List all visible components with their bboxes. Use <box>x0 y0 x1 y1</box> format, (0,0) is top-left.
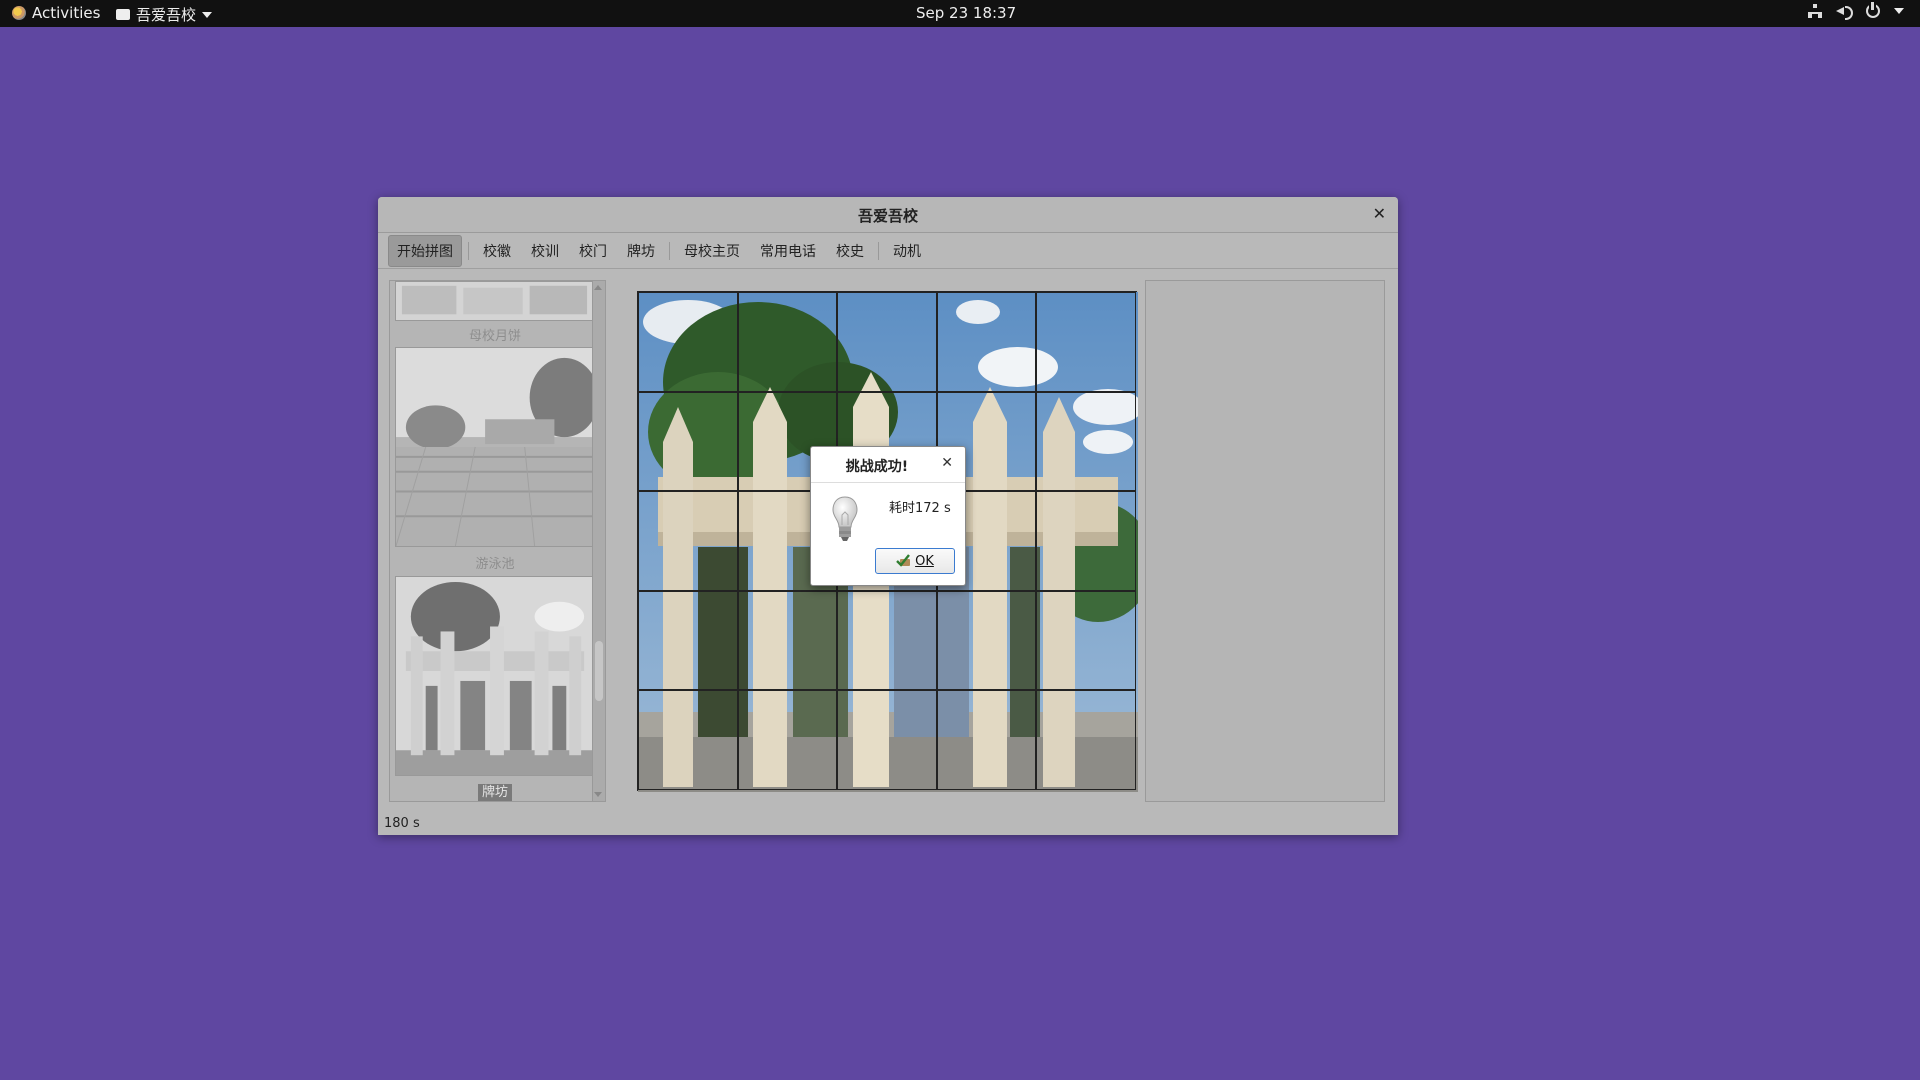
lightbulb-icon <box>832 496 858 541</box>
puzzle-tile[interactable] <box>837 690 937 790</box>
ok-button[interactable]: OK <box>875 548 955 574</box>
puzzle-tile[interactable] <box>837 590 937 691</box>
puzzle-tile[interactable] <box>638 292 738 392</box>
phone-numbers-button[interactable]: 常用电话 <box>752 236 824 266</box>
puzzle-tile[interactable] <box>638 690 738 790</box>
close-icon[interactable]: ✕ <box>941 455 953 471</box>
chevron-down-icon <box>202 11 213 18</box>
title-bar: 吾爱吾校 ✕ <box>378 197 1398 233</box>
thumbnail-archway[interactable] <box>395 576 595 776</box>
start-puzzle-button[interactable]: 开始拼图 <box>388 234 462 267</box>
school-badge-button[interactable]: 校徽 <box>475 236 519 266</box>
school-history-button[interactable]: 校史 <box>828 236 872 266</box>
puzzle-tile[interactable] <box>936 292 1037 392</box>
chevron-down-icon <box>1894 8 1904 14</box>
thumbnail-label: 母校月饼 <box>468 329 521 344</box>
toolbar-separator <box>669 241 670 260</box>
toolbar-separator <box>878 241 879 260</box>
puzzle-tile[interactable] <box>737 590 838 691</box>
ok-button-label: OK <box>915 553 934 569</box>
puzzle-tile[interactable] <box>1036 590 1136 691</box>
puzzle-tile[interactable] <box>837 292 937 392</box>
activities-button[interactable]: Activities <box>12 4 100 22</box>
puzzle-tile[interactable] <box>936 690 1037 790</box>
power-icon <box>1866 2 1880 18</box>
toolbar-separator <box>468 241 469 260</box>
clock[interactable]: Sep 23 18:37 <box>916 4 1016 22</box>
close-icon[interactable]: ✕ <box>1373 204 1386 223</box>
scrollbar-thumb[interactable] <box>595 641 603 701</box>
puzzle-tile[interactable] <box>638 590 738 691</box>
activities-label: Activities <box>32 4 101 22</box>
app-menu-label: 吾爱吾校 <box>136 6 197 24</box>
network-icon <box>1808 4 1822 18</box>
success-dialog: 挑战成功! ✕ 耗时172 s OK <box>810 446 966 586</box>
preview-panel <box>1145 280 1385 802</box>
puzzle-tile[interactable] <box>638 391 738 492</box>
selected-label-text: 牌坊 <box>477 784 512 801</box>
thumbnail-label: 游泳池 <box>475 557 515 572</box>
window-icon <box>116 9 130 20</box>
dialog-divider <box>811 482 965 483</box>
puzzle-tile[interactable] <box>1036 292 1136 392</box>
homepage-button[interactable]: 母校主页 <box>676 236 748 266</box>
app-menu[interactable]: 吾爱吾校 <box>116 4 213 25</box>
puzzle-tile[interactable] <box>737 690 838 790</box>
toolbar: 开始拼图 校徽 校训 校门 牌坊 母校主页 常用电话 校史 动机 <box>378 233 1398 269</box>
checkmark-icon <box>896 554 911 567</box>
puzzle-tile[interactable] <box>1036 690 1136 790</box>
dialog-title: 挑战成功! <box>845 459 909 475</box>
puzzle-tile[interactable] <box>1036 391 1136 492</box>
scrollbar[interactable] <box>592 281 605 801</box>
top-bar: Activities 吾爱吾校 Sep 23 18:37 <box>0 0 1920 27</box>
thumbnail-swimming-pool[interactable] <box>395 347 595 547</box>
puzzle-tile[interactable] <box>936 590 1037 691</box>
window-title: 吾爱吾校 <box>857 207 918 225</box>
puzzle-tile[interactable] <box>737 292 838 392</box>
scroll-down-icon[interactable] <box>594 792 602 797</box>
gnome-icon <box>12 6 26 20</box>
school-gate-button[interactable]: 校门 <box>571 236 615 266</box>
volume-icon <box>1836 4 1853 20</box>
system-status-menu[interactable] <box>1808 2 1904 20</box>
dialog-message: 耗时172 s <box>889 501 951 516</box>
status-bar: 180 s <box>384 816 420 831</box>
motivation-button[interactable]: 动机 <box>885 236 929 266</box>
puzzle-tile[interactable] <box>1036 491 1136 591</box>
scroll-up-icon[interactable] <box>594 285 602 290</box>
school-motto-button[interactable]: 校训 <box>523 236 567 266</box>
thumbnail-label-selected: 牌坊 <box>395 781 595 801</box>
thumbnail-mooncake[interactable] <box>395 281 595 321</box>
archway-button[interactable]: 牌坊 <box>619 236 663 266</box>
puzzle-tile[interactable] <box>638 491 738 591</box>
thumbnail-list[interactable]: 母校月饼 游泳池 牌坊 <box>389 280 606 802</box>
